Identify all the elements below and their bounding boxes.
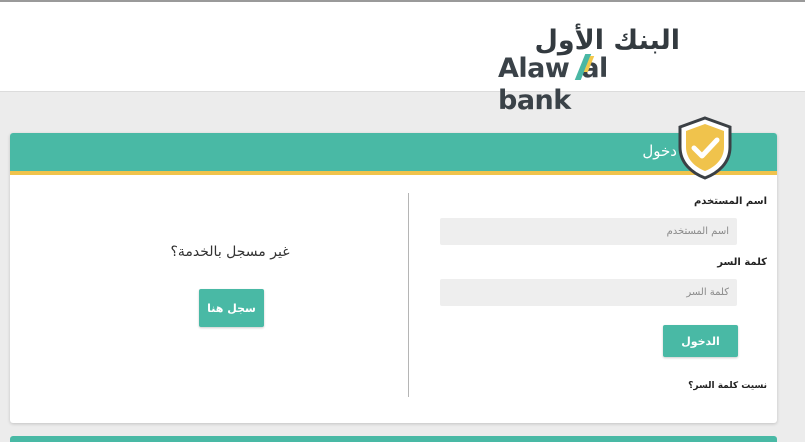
header-accent-bar (10, 171, 777, 175)
username-input[interactable] (440, 218, 737, 245)
register-button[interactable]: سجل هنا (199, 289, 264, 327)
not-registered-text: غير مسجل بالخدمة؟ (170, 244, 290, 260)
bank-logo[interactable]: البنك الأول Alaw al bank (498, 25, 688, 117)
login-button[interactable]: الدخول (663, 325, 738, 357)
shield-check-icon (678, 116, 732, 180)
login-card-header: دخول (10, 133, 777, 171)
forgot-password-link[interactable]: نسيت كلمة السر؟ (688, 381, 767, 391)
logo-english-left: Alaw (498, 53, 570, 84)
password-input[interactable] (440, 279, 737, 306)
header: البنك الأول Alaw al bank (0, 2, 805, 117)
column-divider (408, 193, 409, 397)
login-card: دخول اسم المستخدم كلمة السر الدخول نسيت … (10, 133, 777, 423)
logo-arabic-name: البنك الأول (534, 25, 680, 56)
password-label: كلمة السر (717, 257, 767, 268)
next-section-header (10, 436, 777, 442)
login-title: دخول (642, 142, 677, 160)
logo-english-name: Alaw al bank (498, 53, 688, 117)
username-label: اسم المستخدم (693, 196, 767, 207)
